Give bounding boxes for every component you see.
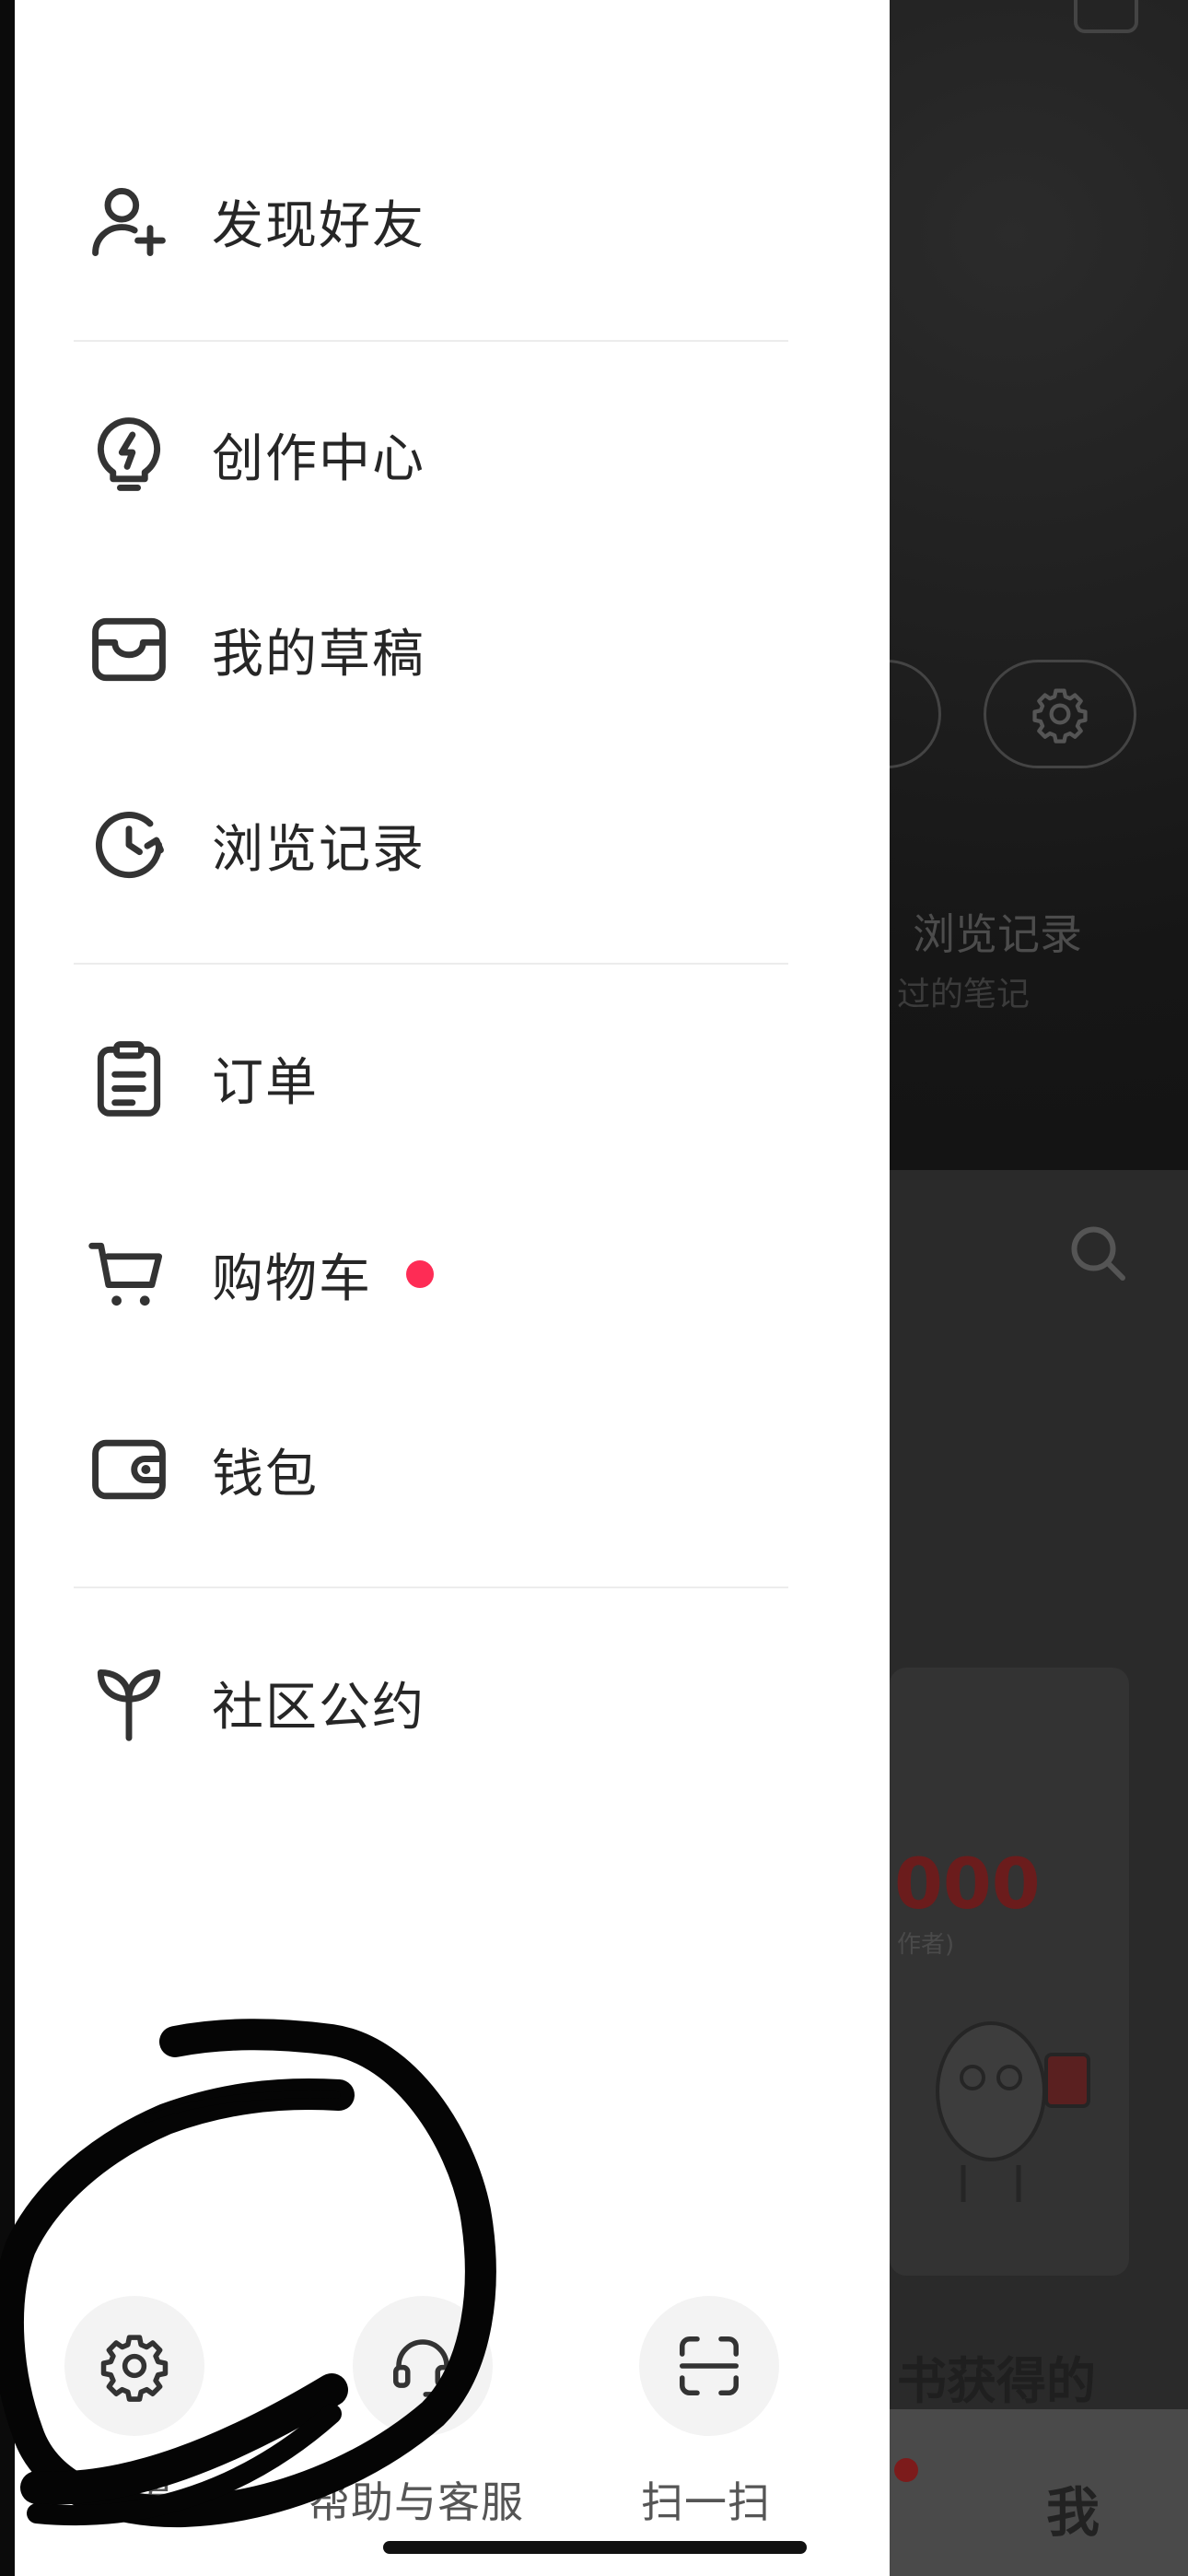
settings-button[interactable] [64, 2296, 204, 2436]
background-get-text: 书获得的 [897, 2352, 1096, 2410]
divider [74, 1587, 788, 1588]
cart-badge-red-dot [406, 1260, 434, 1288]
background-big-number: 000 [894, 1843, 1041, 1925]
gear-icon [100, 2335, 169, 2402]
menu-item-browsing-history[interactable]: 浏览记录 [15, 776, 890, 914]
wallet-icon [85, 1425, 173, 1514]
menu-label: 发现好友 [212, 195, 425, 256]
background-tab-bar [890, 2409, 1188, 2576]
background-history-sub: 过的笔记 [897, 976, 1031, 1013]
menu-label: 我的草稿 [212, 624, 425, 685]
background-red-dot [894, 2458, 918, 2482]
menu-item-wallet[interactable]: 钱包 [15, 1400, 890, 1539]
home-indicator [383, 2541, 807, 2554]
menu-label: 创作中心 [212, 428, 425, 489]
menu-label: 订单 [212, 1052, 319, 1113]
clipboard-icon [85, 1034, 173, 1122]
menu-item-creator-center[interactable]: 创作中心 [15, 385, 890, 523]
menu-item-shopping-cart[interactable]: 购物车 [15, 1205, 890, 1343]
scan-icon [679, 2336, 740, 2396]
divider [74, 963, 788, 965]
menu-item-community-guidelines[interactable]: 社区公约 [15, 1633, 890, 1772]
background-history-label: 浏览记录 [913, 909, 1082, 959]
menu-item-drafts[interactable]: 我的草稿 [15, 580, 890, 719]
add-friend-icon [85, 177, 173, 265]
tab-me: 我 [1046, 2481, 1101, 2544]
scan-label: 扫一扫 [641, 2477, 771, 2527]
menu-label: 浏览记录 [212, 819, 425, 880]
menu-label: 钱包 [212, 1444, 319, 1505]
gear-icon [1032, 688, 1088, 744]
scan-button[interactable] [639, 2296, 779, 2436]
menu-label: 购物车 [212, 1248, 372, 1309]
help-support-label: 帮助与客服 [308, 2477, 524, 2527]
menu-item-find-friends[interactable]: 发现好友 [15, 152, 890, 290]
settings-label: 设置 [87, 2477, 173, 2527]
edit-icon [1074, 0, 1138, 33]
headset-icon [392, 2339, 453, 2397]
help-support-button[interactable] [353, 2296, 493, 2436]
search-icon [1065, 1220, 1131, 1290]
background-settings-button [984, 660, 1136, 768]
inbox-icon [85, 605, 173, 694]
cart-icon [85, 1230, 173, 1318]
side-drawer: 发现好友 创作中心 我的草稿 浏览记录 订单 购物车 钱包 社区公约 设置 帮助… [15, 0, 890, 2576]
divider [74, 340, 788, 342]
mascot-illustration [908, 1981, 1111, 2224]
menu-label: 社区公约 [212, 1677, 425, 1738]
lightbulb-icon [85, 410, 173, 498]
history-clock-icon [85, 801, 173, 889]
menu-item-orders[interactable]: 订单 [15, 1009, 890, 1147]
sprout-icon [85, 1658, 173, 1747]
background-author-text: 作者) [897, 1931, 955, 1959]
screen-left-edge [0, 0, 15, 2576]
